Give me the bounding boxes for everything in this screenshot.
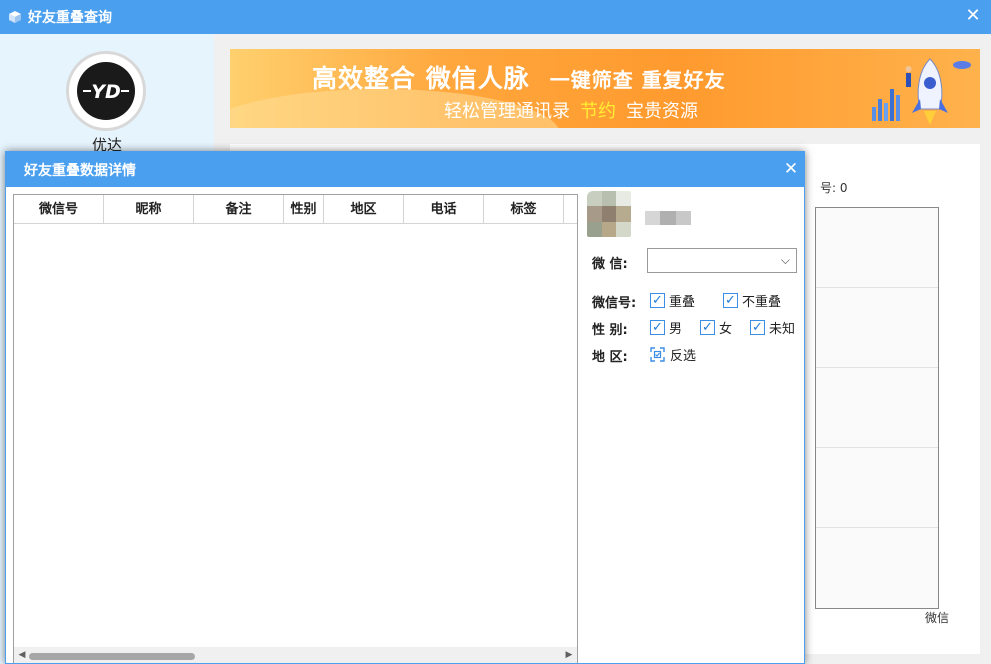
invert-selection-icon: [650, 347, 665, 362]
dialog-title: 好友重叠数据详情: [24, 162, 136, 179]
main-window-title: 好友重叠查询: [28, 10, 112, 26]
count-label: 号: 0: [820, 181, 848, 195]
column-header-tags[interactable]: 标签: [484, 195, 564, 224]
promo-banner: 高效整合 微信人脉 一键筛查 重复好友 轻松管理通讯录 节约 宝贵资源: [230, 49, 980, 128]
checkbox-check-icon: ✓: [650, 320, 665, 335]
dialog-titlebar: 好友重叠数据详情 ✕: [6, 152, 804, 187]
dialog-close-button[interactable]: ✕: [780, 158, 802, 180]
scrollbar-thumb[interactable]: [29, 653, 195, 660]
overlap-details-dialog: 好友重叠数据详情 ✕ 微信号 昵称 备注 性别 地区 电话 标签 ◀ ▶ 微 信…: [5, 151, 805, 664]
filter-panel: 微 信: ⌵ 微信号: ✓ 重叠 ✓ 不重叠 性 别: ✓ 男 ✓ 女 ✓ 未知 地 区:: [584, 187, 804, 663]
checkbox-check-icon: ✓: [700, 320, 715, 335]
avatar-text: YD: [91, 81, 121, 103]
table-header: 微信号 昵称 备注 性别 地区 电话 标签: [14, 195, 577, 224]
checkbox-check-icon: ✓: [650, 293, 665, 308]
invert-selection-button[interactable]: 反选: [650, 345, 696, 364]
horizontal-scrollbar[interactable]: ◀ ▶: [14, 647, 577, 663]
wechat-id-filter-label: 微信号:: [592, 296, 637, 311]
list-item[interactable]: [816, 448, 938, 528]
list-item[interactable]: [816, 528, 938, 608]
banner-tagline: 轻松管理通讯录 节约 宝贵资源: [444, 101, 698, 122]
wechat-list[interactable]: [815, 207, 939, 609]
column-header-gender[interactable]: 性别: [284, 195, 324, 224]
checkbox-check-icon: ✓: [750, 320, 765, 335]
avatar[interactable]: YD: [66, 51, 146, 131]
rocket-icon: [872, 58, 971, 125]
list-item[interactable]: [816, 208, 938, 288]
column-header-phone[interactable]: 电话: [404, 195, 484, 224]
column-header-region[interactable]: 地区: [324, 195, 404, 224]
scroll-left-icon[interactable]: ◀: [16, 649, 28, 661]
cube-icon: [9, 11, 21, 23]
friend-avatar: [587, 191, 631, 237]
list-item[interactable]: [816, 368, 938, 448]
main-close-button[interactable]: ✕: [961, 4, 985, 28]
wechat-label: 微信: [925, 611, 950, 625]
wechat-select[interactable]: ⌵: [647, 248, 797, 273]
column-header-remark[interactable]: 备注: [194, 195, 284, 224]
region-filter-label: 地 区:: [592, 350, 628, 365]
checkbox-female[interactable]: ✓ 女: [700, 318, 732, 337]
close-icon: ✕: [965, 5, 981, 26]
list-item[interactable]: [816, 288, 938, 368]
checkbox-check-icon: ✓: [723, 293, 738, 308]
checkbox-not-overlap[interactable]: ✓ 不重叠: [723, 291, 781, 310]
logo-icon: YD: [77, 62, 135, 120]
checkbox-overlap[interactable]: ✓ 重叠: [650, 291, 695, 310]
scroll-right-icon[interactable]: ▶: [563, 649, 575, 661]
gender-filter-label: 性 别:: [592, 323, 628, 338]
wechat-filter-label: 微 信:: [592, 257, 628, 272]
close-icon: ✕: [783, 159, 799, 179]
column-header-wechat-id[interactable]: 微信号: [14, 195, 104, 224]
checkbox-male[interactable]: ✓ 男: [650, 318, 682, 337]
friends-table[interactable]: 微信号 昵称 备注 性别 地区 电话 标签 ◀ ▶: [13, 194, 578, 663]
main-titlebar: 好友重叠查询 ✕: [0, 0, 991, 34]
checkbox-unknown[interactable]: ✓ 未知: [750, 318, 795, 337]
banner-headline: 高效整合 微信人脉 一键筛查 重复好友: [312, 64, 726, 93]
column-header-nickname[interactable]: 昵称: [104, 195, 194, 224]
chevron-down-icon: ⌵: [780, 253, 790, 267]
friend-name-blurred: [645, 211, 691, 225]
